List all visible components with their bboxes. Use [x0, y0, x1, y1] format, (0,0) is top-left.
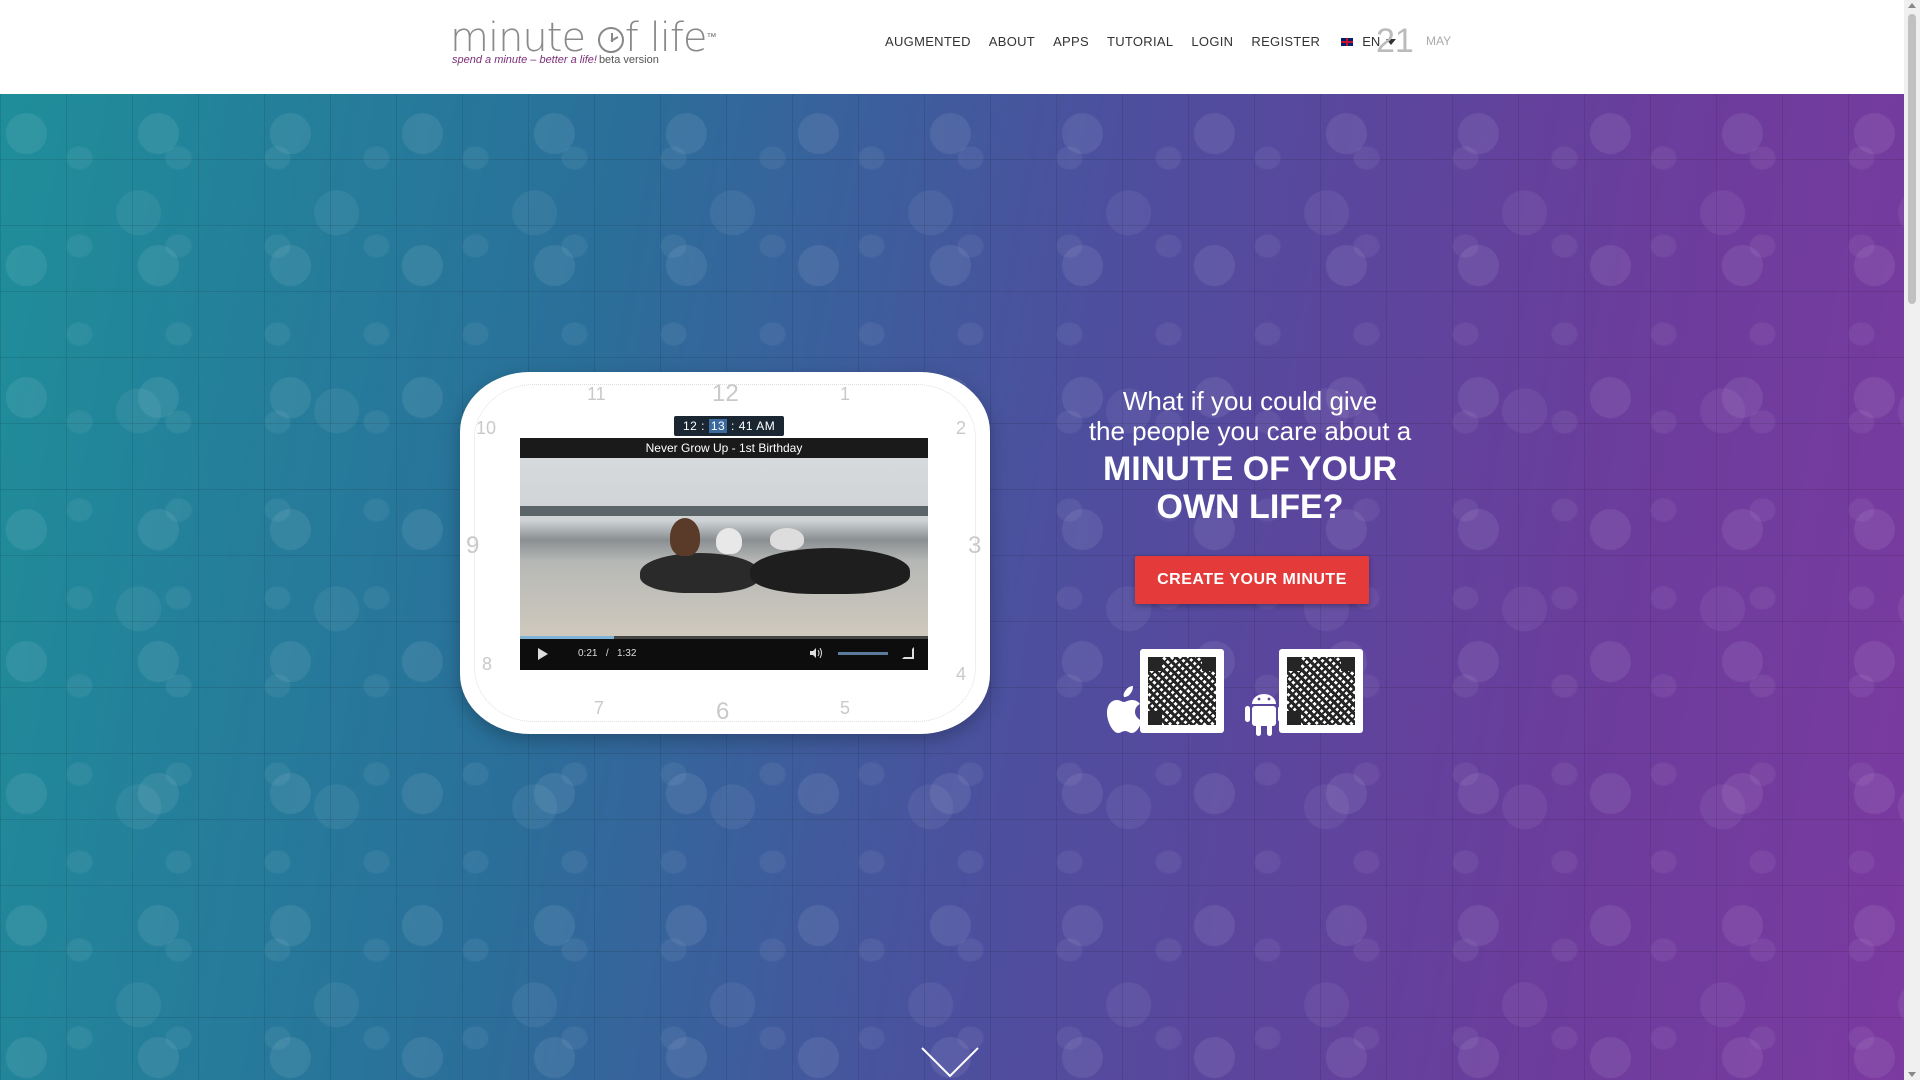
headline-line-2: the people you care about a [1088, 416, 1412, 446]
clock-number-12: 12 [712, 380, 739, 407]
main-nav: AUGMENTED ABOUT APPS TUTORIAL LOGIN REGI… [885, 34, 1397, 49]
clock-number-6: 6 [716, 698, 730, 725]
clock-number-7: 7 [594, 698, 605, 718]
hero-headline: What if you could give the people you ca… [1060, 386, 1440, 526]
volume-icon[interactable] [810, 648, 822, 658]
video-controls: 0:21 / 1:32 [520, 636, 928, 670]
fullscreen-icon[interactable] [902, 647, 914, 659]
date-day: 21 [1376, 22, 1414, 60]
clock-number-8: 8 [482, 654, 493, 674]
video-shoreline [520, 506, 928, 516]
create-minute-button[interactable]: CREATE YOUR MINUTE [1135, 556, 1369, 604]
clock-number-5: 5 [840, 698, 851, 718]
logo-wordmark: minute f life™ [450, 15, 717, 61]
android-qr-code[interactable] [1279, 649, 1363, 733]
scroll-down-icon[interactable] [1908, 1072, 1916, 1077]
site-header: minute f life™ spend a minute – better a… [0, 0, 1904, 94]
date-month: MAY [1426, 34, 1452, 48]
volume-slider[interactable] [838, 652, 888, 655]
nav-login[interactable]: LOGIN [1191, 34, 1233, 49]
video-frame[interactable] [520, 458, 928, 636]
scroll-up-icon[interactable] [1908, 3, 1916, 8]
video-figure [640, 553, 760, 593]
video-figure-child [716, 528, 742, 554]
clock-number-10: 10 [476, 418, 497, 438]
nav-apps[interactable]: APPS [1053, 34, 1089, 49]
nav-augmented[interactable]: AUGMENTED [885, 34, 971, 49]
clock-number-11: 11 [587, 384, 606, 404]
chevron-down-icon[interactable] [920, 1046, 980, 1078]
video-figure-hair [670, 518, 700, 556]
nav-register[interactable]: REGISTER [1251, 34, 1320, 49]
headline-line-4: OWN LIFE? [1156, 488, 1344, 526]
headline-line-1: What if you could give [1122, 386, 1378, 416]
video-player[interactable]: Never Grow Up - 1st Birthday 0:21 / 1:32 [520, 438, 928, 670]
video-title: Never Grow Up - 1st Birthday [520, 438, 928, 458]
video-progress-bar[interactable] [520, 636, 928, 639]
nav-about[interactable]: ABOUT [989, 34, 1035, 49]
hero-section: 12 1 2 3 4 5 6 7 8 9 10 11 12 : 13 : 41 … [0, 94, 1904, 1080]
clock-icon [597, 27, 624, 53]
headline-line-3: MINUTE OF YOUR [1102, 450, 1398, 488]
video-progress-fill [520, 636, 614, 639]
clock-number-2: 2 [956, 418, 967, 438]
clock-number-9: 9 [466, 532, 480, 559]
qr-pattern [1148, 657, 1216, 725]
scroll-thumb[interactable] [1908, 14, 1916, 304]
page-scrollbar[interactable] [1904, 0, 1920, 1080]
video-time: 0:21 / 1:32 [578, 648, 637, 659]
clock-number-1: 1 [840, 384, 851, 404]
clock-frame: 12 1 2 3 4 5 6 7 8 9 10 11 12 : 13 : 41 … [460, 372, 990, 734]
qr-pattern [1287, 657, 1355, 725]
nav-tutorial[interactable]: TUTORIAL [1107, 34, 1173, 49]
ios-qr-code[interactable] [1140, 649, 1224, 733]
clock-number-3: 3 [968, 532, 982, 559]
site-logo[interactable]: minute f life™ spend a minute – better a… [450, 15, 717, 72]
clock-number-4: 4 [956, 664, 967, 684]
video-figure-cap [770, 528, 804, 550]
play-icon[interactable] [538, 648, 548, 660]
android-icon[interactable] [1244, 688, 1284, 736]
uk-flag-icon [1340, 36, 1355, 47]
time-display: 12 : 13 : 41 AM [674, 416, 785, 436]
video-figure-man [750, 548, 910, 594]
logo-tagline: spend a minute – better a life! beta vers… [452, 54, 659, 66]
